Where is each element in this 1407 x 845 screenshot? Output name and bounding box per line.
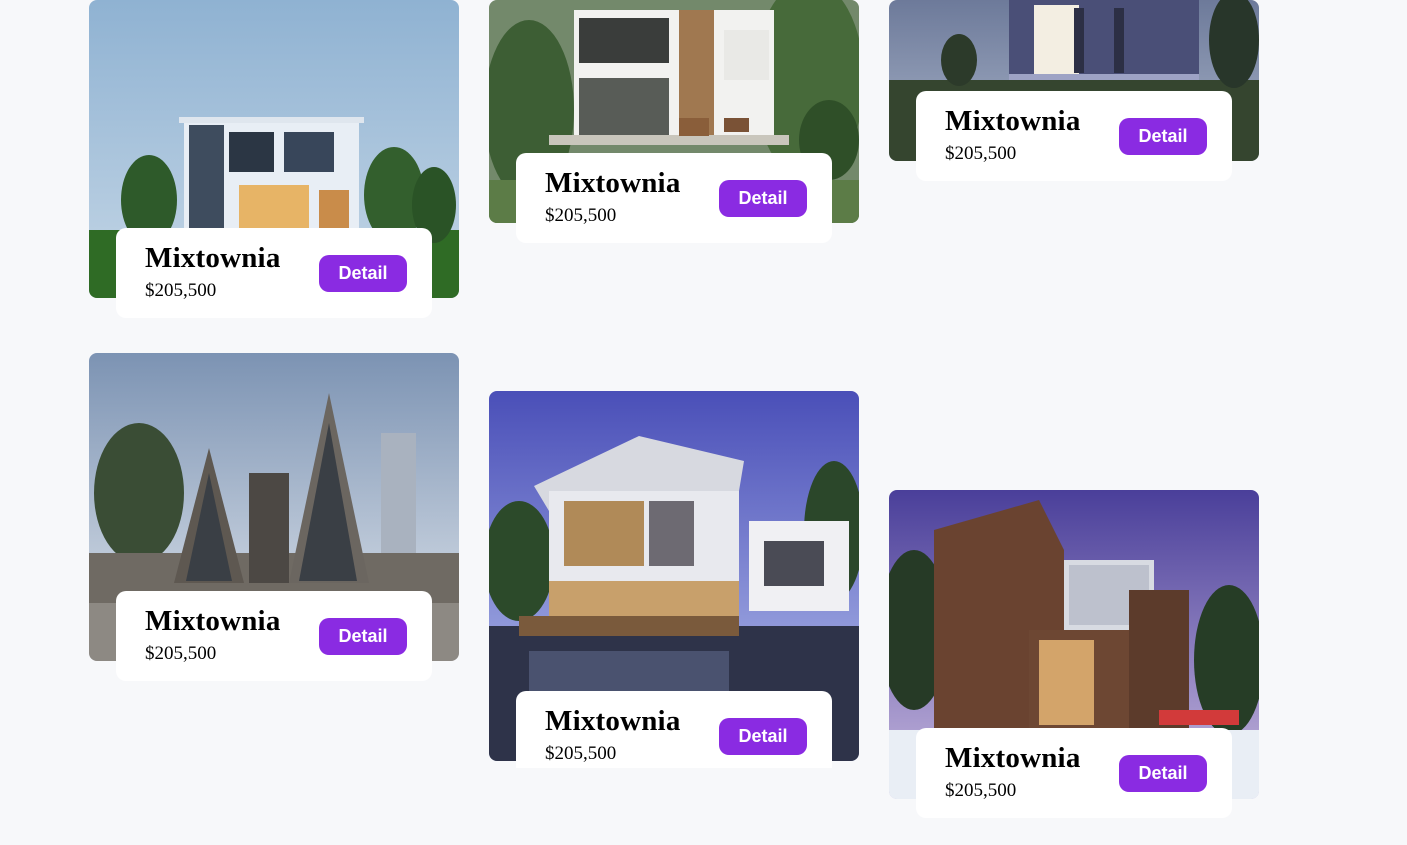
detail-button[interactable]: Detail (319, 618, 407, 655)
listing-info-panel: Mixtownia $205,500 Detail (516, 153, 832, 243)
detail-button[interactable]: Detail (1119, 755, 1207, 792)
listing-price: $205,500 (145, 280, 217, 301)
listing-info-panel: Mixtownia $205,500 Detail (516, 691, 832, 768)
listing-info-panel: Mixtownia $205,500 Detail (916, 728, 1232, 818)
listing-name: Mixtownia (145, 242, 281, 274)
detail-button[interactable]: Detail (719, 718, 807, 755)
listing-price: $205,500 (945, 143, 1017, 164)
detail-button[interactable]: Detail (1119, 118, 1207, 155)
listing-name: Mixtownia (945, 105, 1081, 137)
listing-info-panel: Mixtownia $205,500 Detail (116, 591, 432, 681)
listing-name: Mixtownia (945, 742, 1081, 774)
detail-button[interactable]: Detail (719, 180, 807, 217)
listing-price: $205,500 (545, 205, 617, 226)
listing-name: Mixtownia (545, 705, 681, 737)
listing-price: $205,500 (545, 743, 617, 764)
listing-info-panel: Mixtownia $205,500 Detail (916, 91, 1232, 181)
listing-name: Mixtownia (545, 167, 681, 199)
listing-price: $205,500 (145, 643, 217, 664)
listing-price: $205,500 (945, 780, 1017, 801)
detail-button[interactable]: Detail (319, 255, 407, 292)
listing-name: Mixtownia (145, 605, 281, 637)
listing-info-panel: Mixtownia $205,500 Detail (116, 228, 432, 318)
